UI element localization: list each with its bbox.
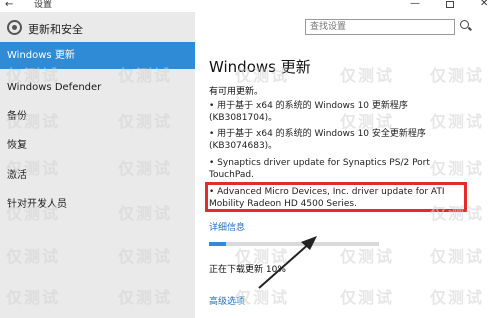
search-input[interactable] [305,19,455,35]
sidebar-item-windows-update[interactable]: Windows 更新 [0,42,195,69]
maximize-button[interactable] [446,1,454,8]
sidebar-header-label: 更新和安全 [28,23,83,36]
sidebar-item-windows-defender[interactable]: Windows Defender [0,74,195,101]
main-panel: Windows 更新 有可用更新。 • 用于基于 x64 的系统的 Window… [195,12,499,318]
sidebar: 更新和安全 Windows 更新 Windows Defender 备份 恢复 … [0,12,195,318]
window-title: 设置 [34,0,53,10]
sidebar-item-activation[interactable]: 激活 [0,162,195,189]
minimize-button[interactable]: — [410,0,420,9]
download-progress-fill [209,242,226,246]
page-title: Windows 更新 [209,58,311,76]
close-button[interactable]: ✕ [480,0,488,9]
sidebar-item-recovery[interactable]: 恢复 [0,132,195,159]
update-item: • 用于基于 x64 的系统的 Windows 10 更新程序 (KB30817… [209,101,408,123]
search-icon[interactable] [460,20,469,29]
update-item: • Synaptics driver update for Synaptics … [209,158,430,180]
update-item: • 用于基于 x64 的系统的 Windows 10 安全更新程序 (KB307… [209,129,426,151]
progress-label: 正在下载更新 10% [209,265,286,275]
update-status: 有可用更新。 [209,87,264,97]
highlight-box [205,182,467,212]
sidebar-item-backup[interactable]: 备份 [0,103,195,130]
advanced-options-link[interactable]: 高级选项 [209,294,245,307]
back-arrow-icon[interactable]: ← [5,0,19,12]
title-bar: ← 设置 — ✕ [0,0,499,12]
details-link[interactable]: 详细信息 [209,220,245,233]
sidebar-item-for-developers[interactable]: 针对开发人员 [0,191,195,218]
gear-icon [7,20,22,35]
sidebar-header: 更新和安全 [0,15,195,41]
